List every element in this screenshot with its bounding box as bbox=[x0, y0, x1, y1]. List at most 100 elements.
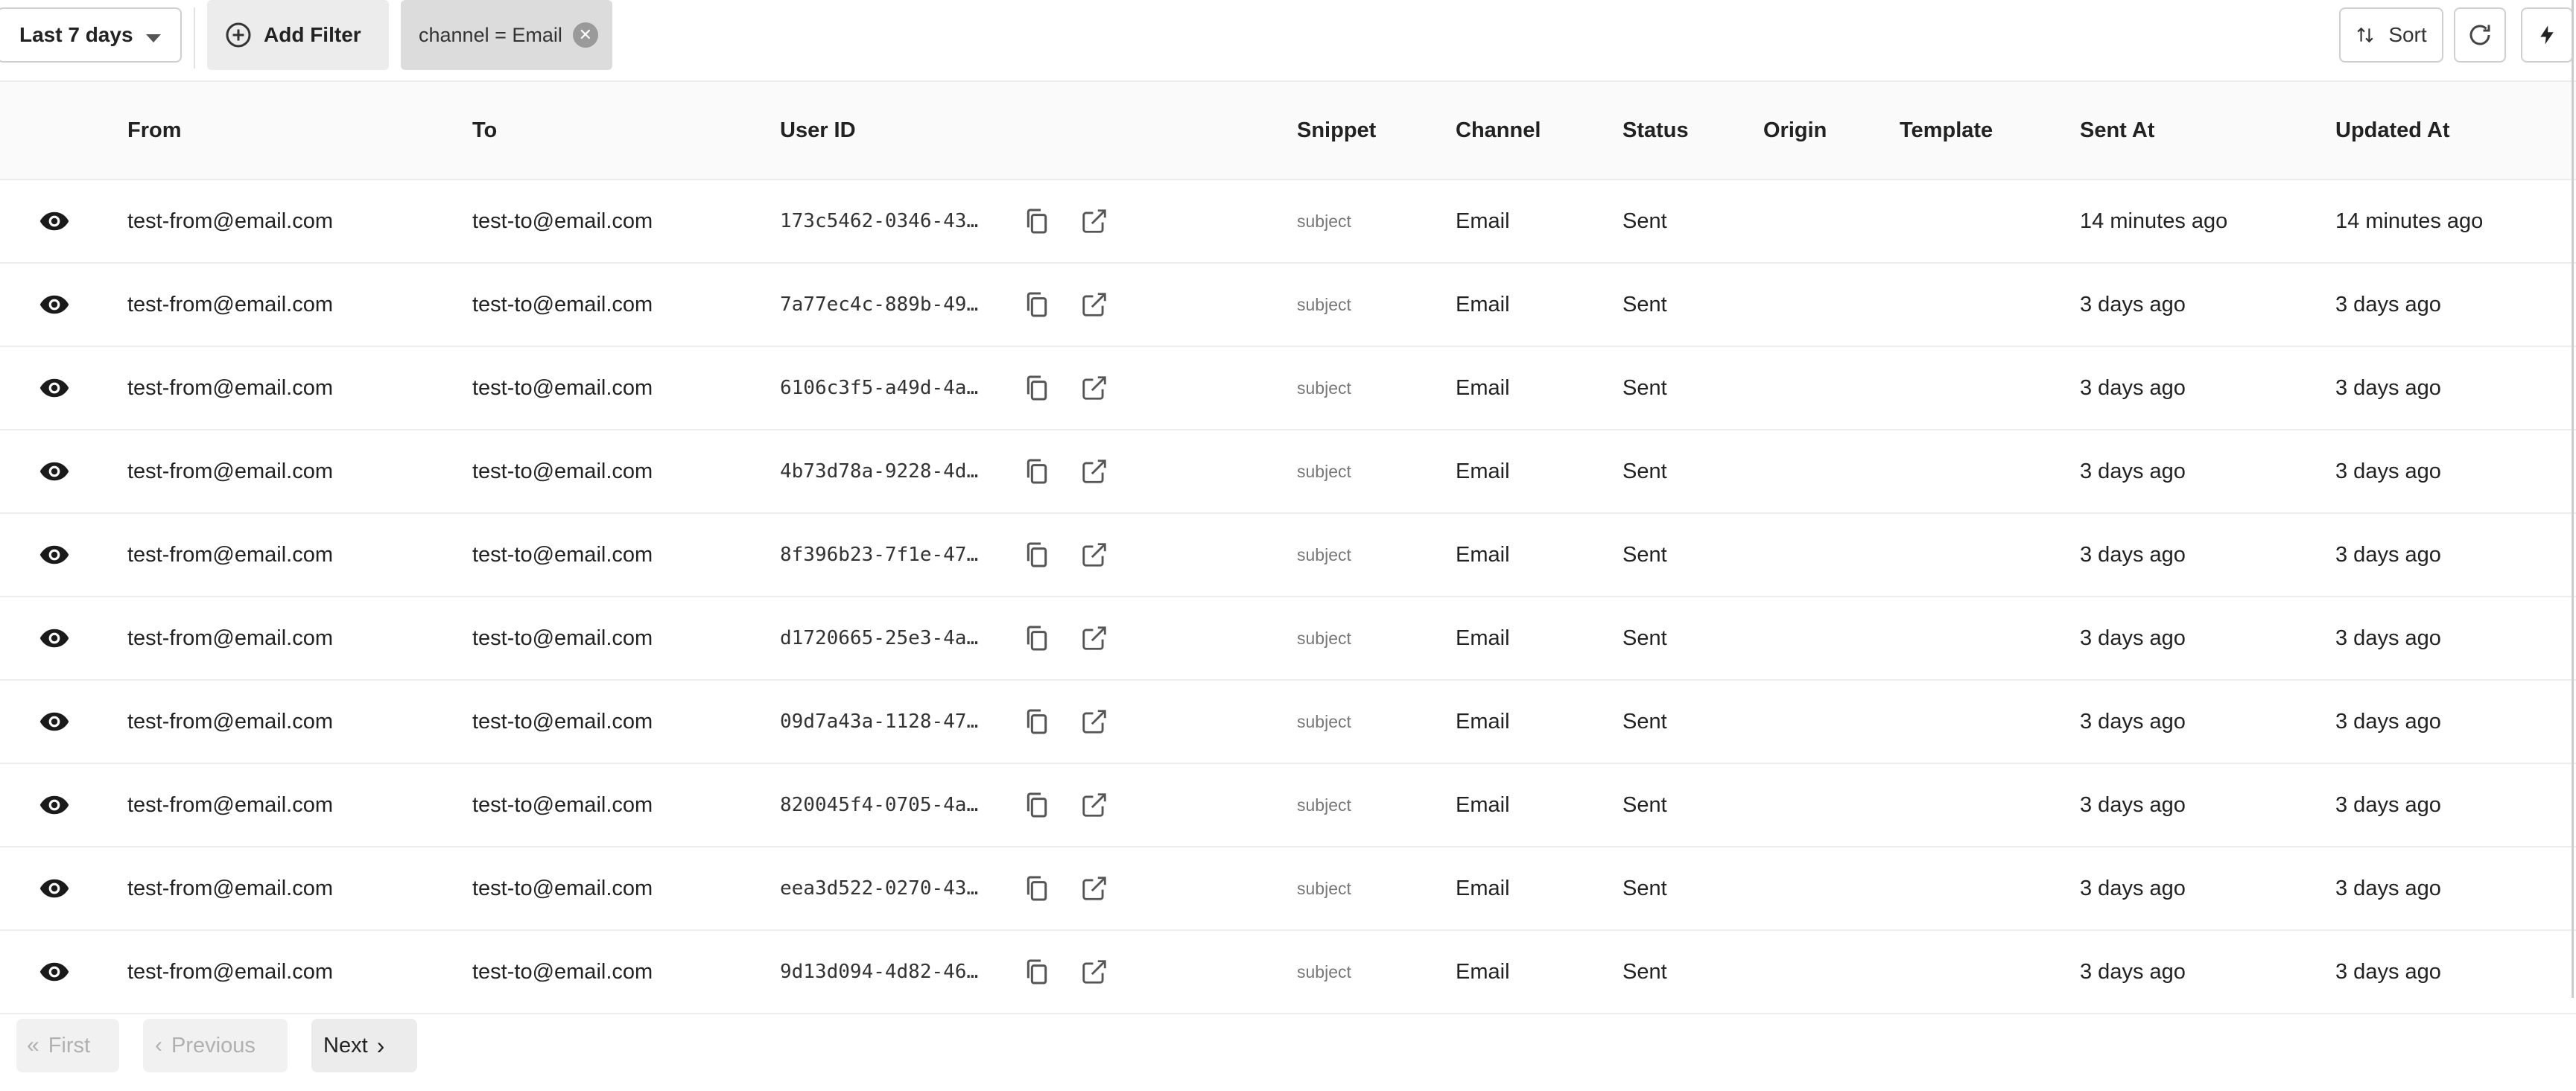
open-external-icon[interactable] bbox=[1080, 874, 1108, 903]
cell-user-id: 09d7a43a-1128-47… bbox=[780, 710, 979, 733]
copy-icon[interactable] bbox=[1022, 956, 1052, 987]
filter-chip[interactable]: channel = Email ✕ bbox=[401, 0, 612, 70]
eye-icon[interactable] bbox=[37, 873, 72, 904]
cell-updated-at: 3 days ago bbox=[2335, 293, 2441, 317]
eye-icon[interactable] bbox=[37, 539, 72, 570]
cell-from: test-from@email.com bbox=[127, 960, 333, 984]
copy-icon[interactable] bbox=[1022, 206, 1052, 237]
column-header-from[interactable]: From bbox=[127, 82, 182, 179]
refresh-icon bbox=[2469, 25, 2490, 45]
cell-channel: Email bbox=[1456, 793, 1510, 817]
cell-from: test-from@email.com bbox=[127, 376, 333, 400]
eye-icon[interactable] bbox=[37, 789, 72, 821]
table-row[interactable]: test-from@email.com test-to@email.com 6106… bbox=[0, 347, 2576, 430]
table-row[interactable]: test-from@email.com test-to@email.com 8200… bbox=[0, 764, 2576, 847]
cell-updated-at: 3 days ago bbox=[2335, 626, 2441, 650]
cell-updated-at: 3 days ago bbox=[2335, 793, 2441, 817]
copy-icon[interactable] bbox=[1022, 789, 1052, 821]
cell-snippet: subject bbox=[1297, 211, 1351, 231]
column-header-snippet[interactable]: Snippet bbox=[1297, 82, 1376, 179]
open-external-icon[interactable] bbox=[1080, 374, 1108, 402]
cell-updated-at: 3 days ago bbox=[2335, 376, 2441, 400]
previous-page-button[interactable]: ‹ Previous bbox=[143, 1019, 288, 1072]
cell-snippet: subject bbox=[1297, 629, 1351, 648]
cell-user-id: d1720665-25e3-4a… bbox=[780, 627, 979, 649]
cell-channel: Email bbox=[1456, 459, 1510, 483]
open-external-icon[interactable] bbox=[1080, 457, 1108, 486]
toolbar-divider bbox=[194, 7, 195, 69]
eye-icon[interactable] bbox=[37, 623, 72, 654]
cell-from: test-from@email.com bbox=[127, 209, 333, 233]
eye-icon[interactable] bbox=[37, 372, 72, 404]
refresh-button[interactable] bbox=[2454, 7, 2506, 63]
open-external-icon[interactable] bbox=[1080, 624, 1108, 652]
open-external-icon[interactable] bbox=[1080, 958, 1108, 986]
cell-channel: Email bbox=[1456, 293, 1510, 317]
table-row[interactable]: test-from@email.com test-to@email.com d172… bbox=[0, 597, 2576, 681]
eye-icon[interactable] bbox=[37, 956, 72, 987]
remove-filter-icon[interactable]: ✕ bbox=[572, 22, 598, 48]
cell-status: Sent bbox=[1622, 459, 1667, 483]
copy-icon[interactable] bbox=[1022, 706, 1052, 737]
eye-icon[interactable] bbox=[37, 206, 72, 237]
actions-button[interactable] bbox=[2521, 7, 2573, 63]
cell-from: test-from@email.com bbox=[127, 877, 333, 900]
column-header-status[interactable]: Status bbox=[1622, 82, 1689, 179]
column-header-origin[interactable]: Origin bbox=[1763, 82, 1827, 179]
cell-updated-at: 3 days ago bbox=[2335, 960, 2441, 984]
open-external-icon[interactable] bbox=[1080, 541, 1108, 569]
cell-status: Sent bbox=[1622, 376, 1667, 400]
table-row[interactable]: test-from@email.com test-to@email.com 7a77… bbox=[0, 264, 2576, 347]
table-row[interactable]: test-from@email.com test-to@email.com eea3… bbox=[0, 847, 2576, 931]
table-row[interactable]: test-from@email.com test-to@email.com 8f39… bbox=[0, 514, 2576, 597]
column-header-sent-at[interactable]: Sent At bbox=[2080, 82, 2154, 179]
messages-table: From To User ID Snippet Channel Status O… bbox=[0, 82, 2576, 1014]
copy-icon[interactable] bbox=[1022, 456, 1052, 487]
next-page-button[interactable]: Next › bbox=[311, 1019, 417, 1072]
sort-button[interactable]: Sort bbox=[2339, 7, 2443, 63]
cell-channel: Email bbox=[1456, 960, 1510, 984]
table-row[interactable]: test-from@email.com test-to@email.com 09d7… bbox=[0, 681, 2576, 764]
eye-icon[interactable] bbox=[37, 289, 72, 320]
copy-icon[interactable] bbox=[1022, 623, 1052, 654]
open-external-icon[interactable] bbox=[1080, 207, 1108, 235]
cell-user-id: 7a77ec4c-889b-49… bbox=[780, 293, 979, 316]
cell-updated-at: 3 days ago bbox=[2335, 543, 2441, 567]
table-row[interactable]: test-from@email.com test-to@email.com 4b73… bbox=[0, 430, 2576, 514]
table-row[interactable]: test-from@email.com test-to@email.com 9d13… bbox=[0, 931, 2576, 1014]
open-external-icon[interactable] bbox=[1080, 707, 1108, 736]
cell-to: test-to@email.com bbox=[472, 877, 653, 900]
copy-icon[interactable] bbox=[1022, 289, 1052, 320]
scrollbar[interactable] bbox=[2572, 0, 2574, 998]
cell-sent-at: 3 days ago bbox=[2080, 960, 2186, 984]
copy-icon[interactable] bbox=[1022, 372, 1052, 404]
cell-status: Sent bbox=[1622, 877, 1667, 900]
cell-status: Sent bbox=[1622, 710, 1667, 734]
column-header-user-id[interactable]: User ID bbox=[780, 82, 856, 179]
cell-sent-at: 3 days ago bbox=[2080, 710, 2186, 734]
cell-channel: Email bbox=[1456, 543, 1510, 567]
lightning-bolt-icon bbox=[2540, 25, 2554, 45]
cell-sent-at: 3 days ago bbox=[2080, 543, 2186, 567]
table-row[interactable]: test-from@email.com test-to@email.com 173c… bbox=[0, 180, 2576, 264]
add-filter-button[interactable]: Add Filter bbox=[207, 0, 389, 70]
cell-from: test-from@email.com bbox=[127, 793, 333, 817]
column-header-to[interactable]: To bbox=[472, 82, 497, 179]
column-header-channel[interactable]: Channel bbox=[1456, 82, 1541, 179]
cell-user-id: eea3d522-0270-43… bbox=[780, 877, 979, 900]
date-range-select[interactable]: Last 7 days bbox=[0, 7, 182, 63]
open-external-icon[interactable] bbox=[1080, 290, 1108, 319]
copy-icon[interactable] bbox=[1022, 539, 1052, 570]
cell-sent-at: 3 days ago bbox=[2080, 626, 2186, 650]
eye-icon[interactable] bbox=[37, 456, 72, 487]
copy-icon[interactable] bbox=[1022, 873, 1052, 904]
open-external-icon[interactable] bbox=[1080, 791, 1108, 819]
first-page-button[interactable]: « First bbox=[16, 1019, 119, 1072]
cell-status: Sent bbox=[1622, 209, 1667, 233]
cell-status: Sent bbox=[1622, 543, 1667, 567]
column-header-updated-at[interactable]: Updated At bbox=[2335, 82, 2450, 179]
column-header-template[interactable]: Template bbox=[1900, 82, 1993, 179]
cell-updated-at: 3 days ago bbox=[2335, 877, 2441, 900]
eye-icon[interactable] bbox=[37, 706, 72, 737]
cell-channel: Email bbox=[1456, 710, 1510, 734]
